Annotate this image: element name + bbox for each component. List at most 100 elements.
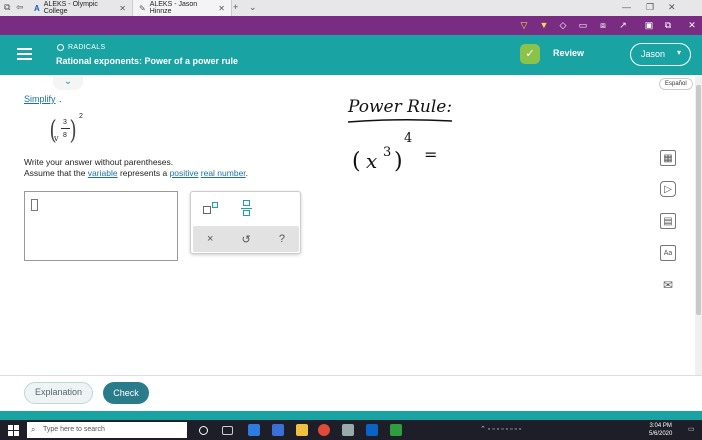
close-window-button[interactable]: ✕ bbox=[668, 2, 676, 13]
topic-circle-icon bbox=[57, 44, 64, 51]
variable-link[interactable]: variable bbox=[88, 168, 118, 178]
tab-label: ALEKS - Jason Hinnze bbox=[149, 1, 198, 15]
clip-icon[interactable]: ⧈ bbox=[597, 19, 609, 31]
message-icon[interactable]: ✉ bbox=[660, 277, 676, 293]
highlighter-icon[interactable]: ▼ bbox=[538, 19, 550, 31]
help-button[interactable]: ? bbox=[279, 233, 285, 245]
notifications-icon[interactable]: ▭ bbox=[688, 425, 695, 433]
search-placeholder: Type here to search bbox=[43, 426, 105, 433]
save-icon[interactable]: ▣ bbox=[643, 19, 655, 31]
language-button[interactable]: Español bbox=[659, 78, 693, 90]
collapse-header-button[interactable]: ⌄ bbox=[53, 75, 83, 90]
page-scrollbar[interactable] bbox=[695, 75, 702, 375]
clock-time: 3:04 PM bbox=[649, 423, 672, 429]
search-icon: ⌕ bbox=[31, 425, 36, 434]
page-title: Rational exponents: Power of a power rul… bbox=[56, 56, 239, 66]
aleks-header: RADICALS Rational exponents: Power of a … bbox=[0, 35, 702, 75]
windows-taskbar: ⌕ Type here to search ⌃ ▫ ▫ ▫ ▫ ▫ ▫ ▫ ▫ … bbox=[0, 420, 702, 440]
video-icon[interactable]: ▷ bbox=[660, 181, 676, 197]
keypad-action-row: × ↺ ? bbox=[193, 226, 299, 252]
edge-browser-icon[interactable] bbox=[248, 424, 260, 436]
exponent-numerator: 3 bbox=[63, 119, 67, 126]
minimize-button[interactable]: — bbox=[622, 2, 631, 12]
instruction-text: represents a bbox=[117, 168, 170, 178]
exponent-denominator: 8 bbox=[63, 132, 67, 139]
ebook-icon[interactable]: ▤ bbox=[660, 213, 676, 229]
instructions: Write your answer without parentheses. A… bbox=[24, 157, 248, 179]
simplify-link[interactable]: Simplify bbox=[24, 94, 56, 104]
undo-button[interactable]: ↺ bbox=[242, 233, 251, 246]
chevron-down-icon: ▾ bbox=[676, 48, 681, 57]
instruction-text: Assume that the bbox=[24, 168, 88, 178]
explanation-button[interactable]: Explanation bbox=[24, 382, 93, 404]
eraser-icon[interactable]: ◇ bbox=[557, 19, 569, 31]
math-keypad: × ↺ ? bbox=[190, 191, 301, 254]
annotation-heading: Power Rule: bbox=[347, 97, 452, 117]
exit-ink-icon[interactable]: ✕ bbox=[686, 19, 698, 31]
fraction-button[interactable] bbox=[241, 200, 253, 218]
denominator-box-icon bbox=[243, 210, 250, 216]
real-number-link[interactable]: real number bbox=[201, 168, 246, 178]
instruction-text: . bbox=[245, 168, 249, 178]
dictionary-icon[interactable]: Aa bbox=[660, 245, 676, 261]
scrollbar-thumb[interactable] bbox=[696, 85, 701, 315]
clock-date: 5/6/2020 bbox=[649, 431, 673, 437]
close-tab-icon[interactable]: ✕ bbox=[119, 4, 126, 13]
tab-actions-icon[interactable]: ⧉ bbox=[4, 2, 10, 13]
superscript-button[interactable] bbox=[202, 201, 220, 217]
base-box-icon bbox=[203, 206, 211, 214]
pen-icon[interactable]: ▽ bbox=[518, 19, 530, 31]
copy-icon[interactable]: ⧉ bbox=[662, 19, 674, 31]
annotation-left-paren: ( bbox=[352, 149, 361, 174]
tab-list-button[interactable]: ⌄ bbox=[249, 2, 257, 13]
pen-tab-icon: ✎ bbox=[139, 3, 146, 13]
back-tabs-icon[interactable]: ⇦ bbox=[16, 2, 24, 13]
comment-icon[interactable]: ▭ bbox=[577, 19, 589, 31]
positive-link[interactable]: positive bbox=[170, 168, 199, 178]
outer-exponent: 2 bbox=[79, 113, 83, 120]
chrome-icon[interactable] bbox=[318, 424, 330, 436]
file-explorer-icon[interactable] bbox=[296, 424, 308, 436]
instruction-line-1: Write your answer without parentheses. bbox=[24, 157, 174, 167]
clear-button[interactable]: × bbox=[207, 233, 213, 245]
check-button[interactable]: Check bbox=[103, 382, 149, 404]
annotation-underline bbox=[347, 118, 453, 123]
problem-footer: Explanation Check bbox=[0, 375, 702, 411]
ink-toolbar: ▽ ▼ ◇ ▭ ⧈ ↗ ▣ ⧉ ✕ bbox=[0, 16, 702, 35]
handwritten-annotation: Power Rule: ( x 3 ) 4 = bbox=[347, 97, 453, 174]
answer-input[interactable] bbox=[24, 191, 178, 261]
tab-aleks-jason[interactable]: ✎ ALEKS - Jason Hinnze ✕ bbox=[132, 0, 232, 16]
radicand: v bbox=[54, 134, 59, 143]
input-cursor-box bbox=[31, 199, 38, 211]
cortana-icon[interactable] bbox=[199, 426, 208, 435]
taskbar-clock[interactable]: 3:04 PM 5/6/2020 bbox=[649, 422, 672, 438]
user-menu-button[interactable]: Jason ▾ bbox=[630, 43, 691, 66]
footer-strip bbox=[0, 411, 702, 420]
calculator-icon[interactable]: ▦ bbox=[660, 150, 676, 166]
topic-label: RADICALS bbox=[57, 44, 105, 51]
review-link[interactable]: Review bbox=[553, 48, 584, 58]
taskbar-search[interactable]: ⌕ Type here to search bbox=[27, 422, 187, 438]
outlook-icon[interactable] bbox=[366, 424, 378, 436]
app-icon[interactable] bbox=[272, 424, 284, 436]
store-icon[interactable] bbox=[342, 424, 354, 436]
menu-icon[interactable] bbox=[17, 48, 32, 60]
review-icon[interactable]: ✓ bbox=[520, 44, 540, 64]
new-tab-button[interactable]: + bbox=[233, 2, 238, 12]
task-view-icon[interactable] bbox=[222, 426, 233, 435]
topic-text: RADICALS bbox=[68, 44, 106, 51]
numerator-box-icon bbox=[243, 200, 250, 206]
tab-label: ALEKS - Olympic College bbox=[43, 1, 98, 15]
instruction-line-2: Assume that the variable represents a po… bbox=[24, 168, 248, 179]
tray-icons[interactable]: ⌃ ▫ ▫ ▫ ▫ ▫ ▫ ▫ ▫ bbox=[480, 425, 521, 433]
windows-start-icon[interactable] bbox=[8, 425, 19, 436]
app-green-icon[interactable] bbox=[390, 424, 402, 436]
tab-olympic-college[interactable]: A ALEKS - Olympic College ✕ bbox=[28, 0, 132, 16]
annotation-inner-exp: 3 bbox=[383, 145, 391, 160]
annotation-right-paren: ) bbox=[394, 149, 403, 174]
fraction-line-icon bbox=[241, 208, 252, 209]
share-icon[interactable]: ↗ bbox=[617, 19, 629, 31]
close-tab-icon[interactable]: ✕ bbox=[218, 4, 225, 13]
maximize-button[interactable]: ❐ bbox=[646, 2, 654, 13]
annotation-outer-exp: 4 bbox=[404, 131, 412, 146]
